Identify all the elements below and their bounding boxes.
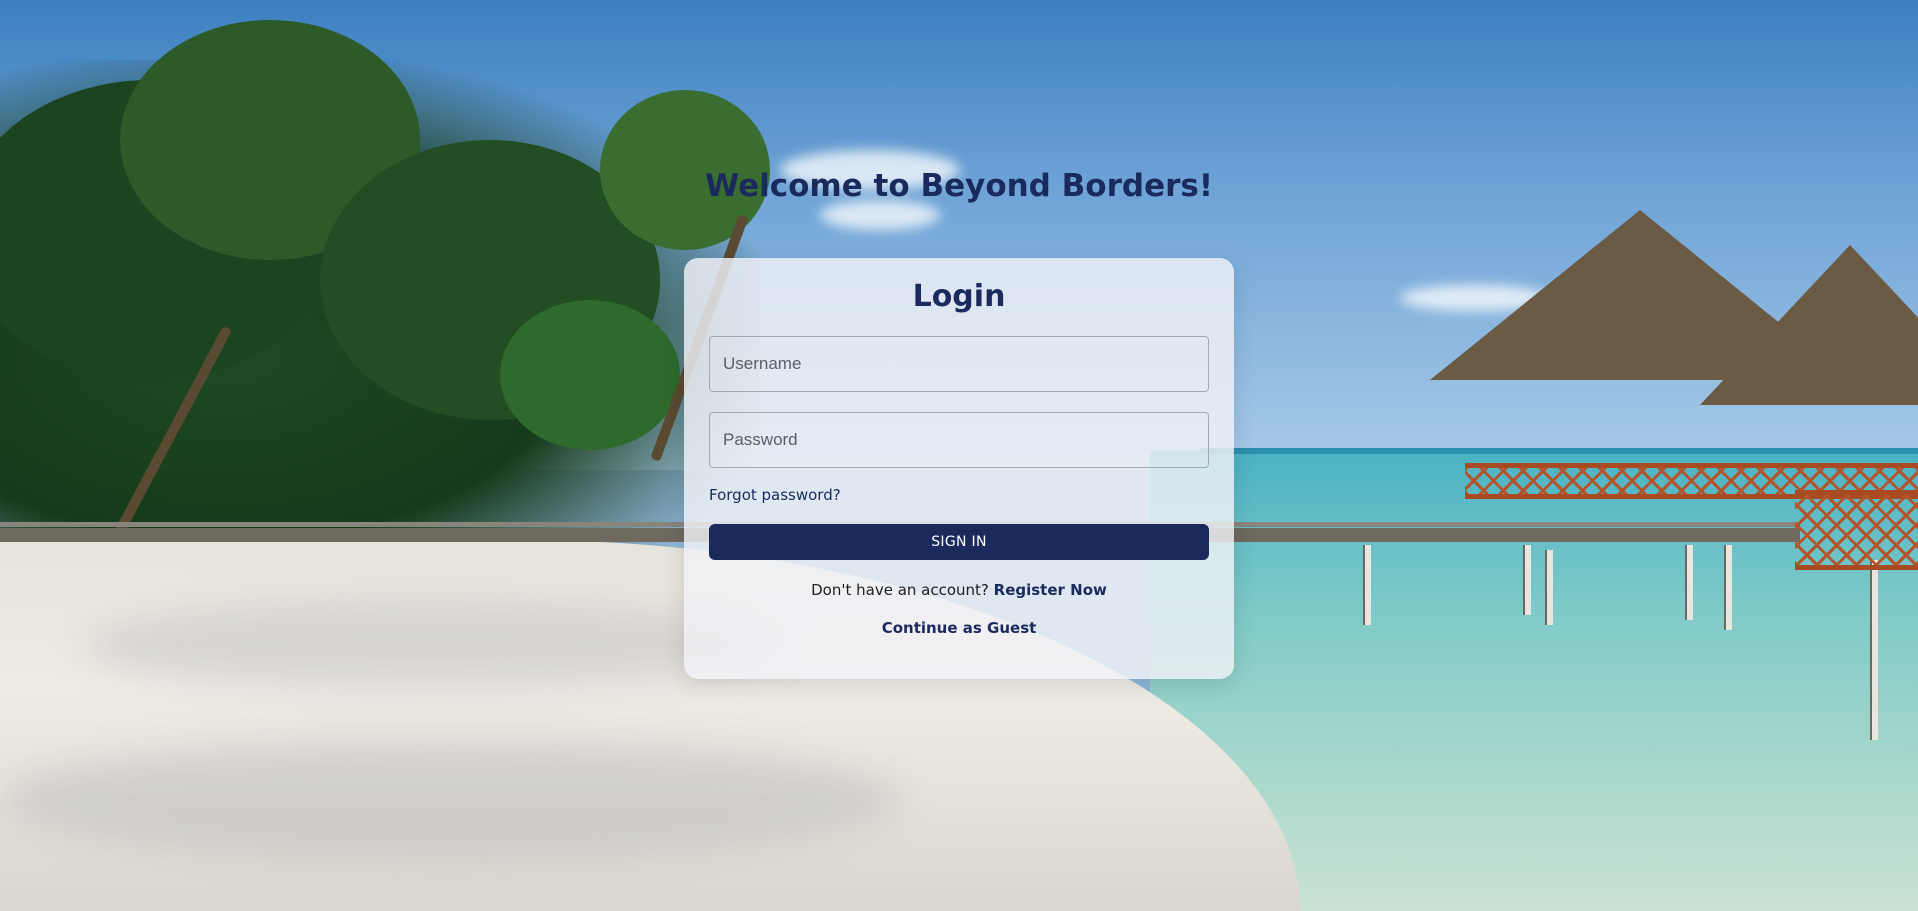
register-prompt-text: Don't have an account? <box>811 581 994 599</box>
pier-post <box>1545 550 1553 625</box>
pier-post <box>1523 545 1531 615</box>
palm-shadow <box>0 740 900 860</box>
continue-as-guest-link[interactable]: Continue as Guest <box>684 619 1234 637</box>
password-input[interactable] <box>709 412 1209 468</box>
horizon <box>1200 448 1918 454</box>
foliage <box>500 300 680 450</box>
login-title: Login <box>912 279 1006 314</box>
welcome-heading: Welcome to Beyond Borders! <box>705 168 1213 204</box>
login-card: Login Forgot password? SIGN IN Don't hav… <box>684 258 1234 679</box>
cloud <box>820 200 940 230</box>
bungalow-roof <box>1700 245 1918 405</box>
bungalow-deck-railing <box>1795 490 1918 570</box>
register-now-link[interactable]: Register Now <box>994 581 1107 599</box>
pier-post <box>1724 545 1732 630</box>
forgot-password-link[interactable]: Forgot password? <box>709 486 841 504</box>
palm-shadow <box>80 600 780 690</box>
pier-post <box>1685 545 1693 620</box>
username-input[interactable] <box>709 336 1209 392</box>
pier-post <box>1870 560 1878 740</box>
sign-in-button[interactable]: SIGN IN <box>709 524 1209 560</box>
register-prompt-line: Don't have an account? Register Now <box>684 581 1234 599</box>
pier-post <box>1363 545 1371 625</box>
